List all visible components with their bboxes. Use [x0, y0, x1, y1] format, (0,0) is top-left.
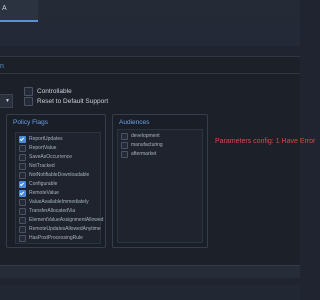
policy-flag-item[interactable]: Configurable [19, 180, 57, 188]
audiences-title: Audiences [119, 119, 150, 126]
policy-flag-item[interactable]: NotNotifiableDownloadable [19, 171, 89, 179]
type-dropdown[interactable]: ▼ [0, 94, 13, 108]
policy-flag-checkbox[interactable] [19, 225, 26, 233]
policy-flag-item[interactable]: SaveAsOccurrence [19, 153, 72, 161]
reset-default-label: Reset to Default Support [37, 97, 109, 105]
error-message: Parameters config: 1 Have Error [215, 138, 316, 145]
section-divider [0, 73, 300, 74]
policy-flag-checkbox[interactable] [19, 216, 26, 224]
policy-flag-item[interactable]: HasPostProcessingRule [19, 234, 83, 242]
toolbar-band [0, 22, 300, 46]
policy-flag-label: ReportValue [29, 145, 57, 151]
policy-flag-item[interactable]: TransferAllocatedVia [19, 207, 75, 215]
policy-flag-label: TransferAllocatedVia [29, 208, 76, 214]
policy-flag-checkbox[interactable] [19, 135, 26, 143]
policy-flag-label: NotTracked [29, 163, 55, 169]
policy-flag-checkbox[interactable] [19, 207, 26, 215]
policy-flag-checkbox[interactable] [19, 171, 26, 179]
policy-flags-list: ReportUpdates ReportValue SaveAsOccurren… [15, 132, 103, 244]
policy-flag-checkbox[interactable] [19, 144, 26, 152]
controllable-checkbox-row[interactable]: Controllable [24, 86, 72, 96]
policy-flag-label: SaveAsOccurrence [29, 154, 73, 160]
policy-flag-checkbox[interactable] [19, 162, 26, 170]
policy-flag-checkbox[interactable] [19, 153, 26, 161]
policy-flag-label: Configurable [29, 181, 58, 187]
audience-item[interactable]: development [121, 132, 160, 140]
policy-flag-item[interactable]: ElementValueAssignmentAllowed [19, 216, 103, 224]
policy-flag-label: NotNotifiableDownloadable [29, 172, 90, 178]
policy-flag-item[interactable]: ReportUpdates [19, 135, 63, 143]
reset-default-checkbox-row[interactable]: Reset to Default Support [24, 96, 108, 106]
policy-flag-label: ReportUpdates [29, 136, 63, 142]
section-title: n [0, 63, 4, 70]
policy-flag-checkbox[interactable] [19, 189, 26, 197]
policy-flag-item[interactable]: RemoteUpdatesAllowedAnytime [19, 225, 101, 233]
audience-checkbox[interactable] [121, 150, 128, 158]
bottom-bar [0, 265, 300, 278]
tab-active[interactable]: A [0, 0, 38, 22]
policy-flag-checkbox[interactable] [19, 180, 26, 188]
audiences-group: Audiences development manufacturing afte… [112, 114, 208, 248]
reset-default-checkbox[interactable] [24, 96, 33, 106]
policy-flags-group: Policy Flags ReportUpdates ReportValue S… [6, 114, 106, 248]
policy-flag-label: ElementValueAssignmentAllowed [29, 217, 104, 223]
controllable-label: Controllable [37, 87, 72, 95]
audience-item[interactable]: aftermarket [121, 150, 156, 158]
policy-flag-label: ValueAvailableImmediately [29, 199, 89, 205]
audience-label: development [131, 133, 160, 139]
audience-checkbox[interactable] [121, 132, 128, 140]
policy-flag-label: RemoteValue [29, 190, 59, 196]
policy-flag-label: HasPostProcessingRule [29, 235, 83, 241]
controllable-checkbox[interactable] [24, 86, 33, 96]
chevron-down-icon: ▼ [5, 98, 10, 104]
policy-flag-checkbox[interactable] [19, 234, 26, 242]
policy-flag-item[interactable]: RemoteValue [19, 189, 59, 197]
policy-flag-checkbox[interactable] [19, 198, 26, 206]
policy-flags-title: Policy Flags [13, 119, 49, 126]
tab-bar: A [0, 0, 300, 22]
policy-flag-item[interactable]: ValueAvailableImmediately [19, 198, 89, 206]
audience-item[interactable]: manufacturing [121, 141, 163, 149]
audience-checkbox[interactable] [121, 141, 128, 149]
audience-label: manufacturing [131, 142, 163, 148]
policy-flag-item[interactable]: NotTracked [19, 162, 55, 170]
policy-flag-label: RemoteUpdatesAllowedAnytime [29, 226, 101, 232]
footer-bar [0, 285, 300, 300]
audiences-list: development manufacturing aftermarket [117, 129, 203, 243]
tab-label: A [2, 5, 7, 12]
audience-label: aftermarket [131, 151, 157, 157]
policy-flag-item[interactable]: ReportValue [19, 144, 56, 152]
